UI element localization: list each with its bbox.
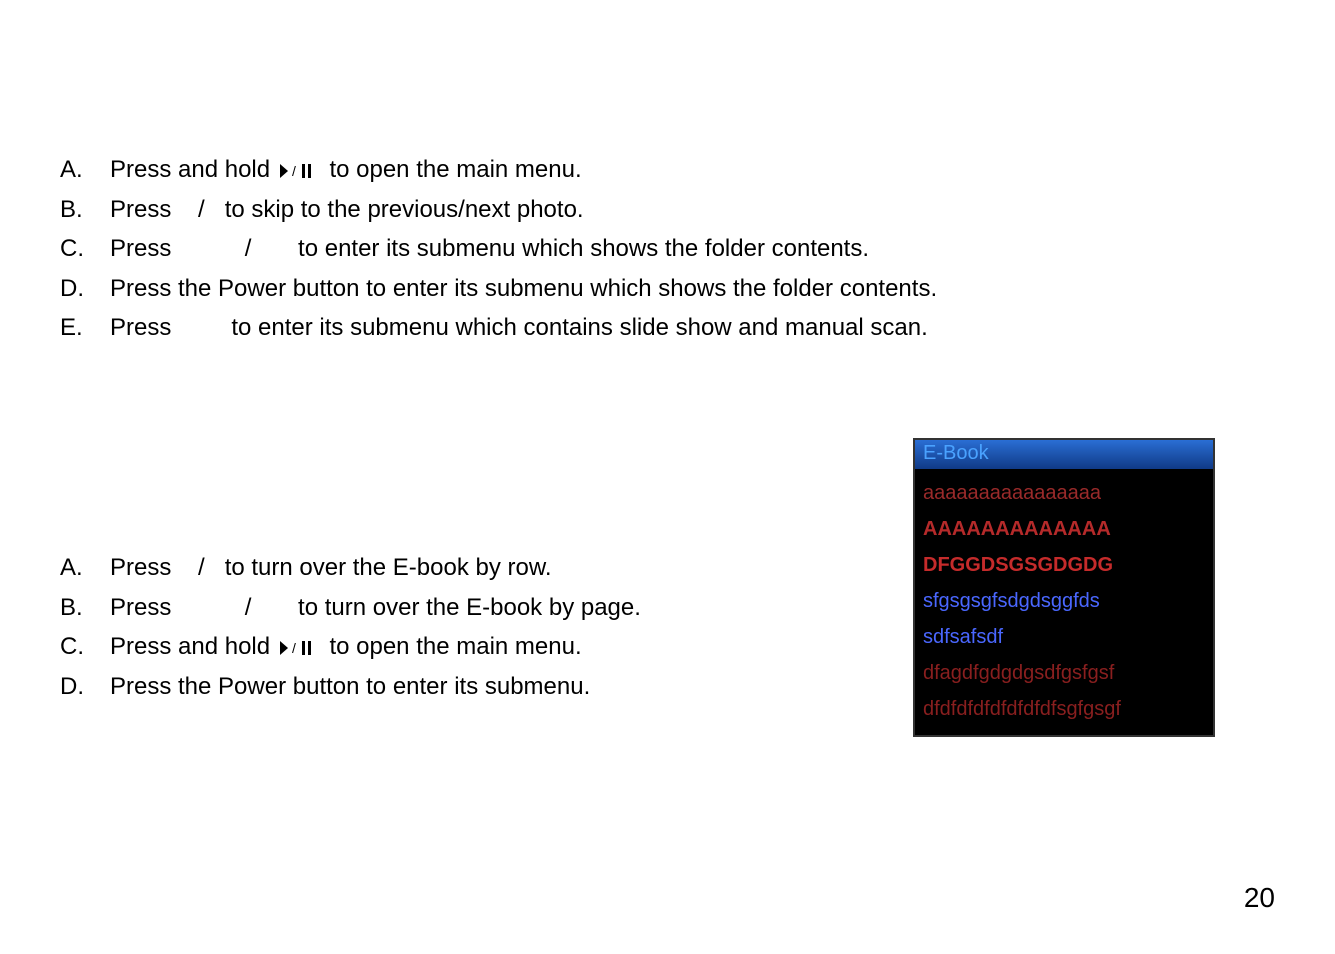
instruction-list-2: A.Press / to turn over the E-book by row… <box>60 548 893 706</box>
list-letter: A. <box>60 548 110 588</box>
instruction-row: A.Press and hold / to open the main menu… <box>60 150 1275 190</box>
instruction-list-1: A.Press and hold / to open the main menu… <box>60 150 1275 348</box>
instruction-row: D.Press the Power button to enter its su… <box>60 269 1275 309</box>
document-page: A.Press and hold / to open the main menu… <box>0 0 1335 954</box>
svg-text:/: / <box>292 164 296 178</box>
list-letter: E. <box>60 308 110 348</box>
instruction-row: C.Press / to enter its submenu which sho… <box>60 229 1275 269</box>
device-line: AAAAAAAAAAAAA <box>915 511 1213 547</box>
device-line: DFGGDSGSGDGDG <box>915 547 1213 583</box>
play-pause-icon: / <box>277 163 323 177</box>
device-line: aaaaaaaaaaaaaaaa <box>915 475 1213 511</box>
instruction-text: Press / to skip to the previous/next pho… <box>110 190 584 230</box>
instruction-text: Press / to turn over the E-book by page. <box>110 588 641 628</box>
instruction-text: Press and hold / to open the main menu. <box>110 627 582 667</box>
instruction-row: B.Press / to turn over the E-book by pag… <box>60 588 893 628</box>
instruction-text: Press and hold / to open the main menu. <box>110 150 582 190</box>
device-screenshot: E-Book aaaaaaaaaaaaaaaaAAAAAAAAAAAAADFGG… <box>913 438 1215 737</box>
instruction-text: Press to enter its submenu which contain… <box>110 308 928 348</box>
list-letter: B. <box>60 588 110 628</box>
list-letter: D. <box>60 269 110 309</box>
instruction-row: E.Press to enter its submenu which conta… <box>60 308 1275 348</box>
play-pause-icon: / <box>277 640 323 654</box>
list-letter: C. <box>60 229 110 269</box>
list-letter: D. <box>60 667 110 707</box>
instruction-row: B.Press / to skip to the previous/next p… <box>60 190 1275 230</box>
device-line: dfdfdfdfdfdfdfdfsgfgsgf <box>915 691 1213 727</box>
device-header: E-Book <box>915 440 1213 469</box>
instruction-row: C.Press and hold / to open the main menu… <box>60 627 893 667</box>
instruction-text: Press / to enter its submenu which shows… <box>110 229 869 269</box>
instruction-text: Press the Power button to enter its subm… <box>110 667 590 707</box>
second-block: A.Press / to turn over the E-book by row… <box>60 438 1275 737</box>
svg-text:/: / <box>292 641 296 655</box>
list-letter: A. <box>60 150 110 190</box>
device-line: sfgsgsgfsdgdsggfds <box>915 583 1213 619</box>
instruction-row: A.Press / to turn over the E-book by row… <box>60 548 893 588</box>
device-body: aaaaaaaaaaaaaaaaAAAAAAAAAAAAADFGGDSGSGDG… <box>915 469 1213 735</box>
device-line: dfagdfgdgdgsdfgsfgsf <box>915 655 1213 691</box>
list-letter: B. <box>60 190 110 230</box>
instruction-text: Press the Power button to enter its subm… <box>110 269 937 309</box>
page-number: 20 <box>1244 882 1275 914</box>
device-line: sdfsafsdf <box>915 619 1213 655</box>
list-letter: C. <box>60 627 110 667</box>
instruction-text: Press / to turn over the E-book by row. <box>110 548 552 588</box>
instruction-row: D.Press the Power button to enter its su… <box>60 667 893 707</box>
